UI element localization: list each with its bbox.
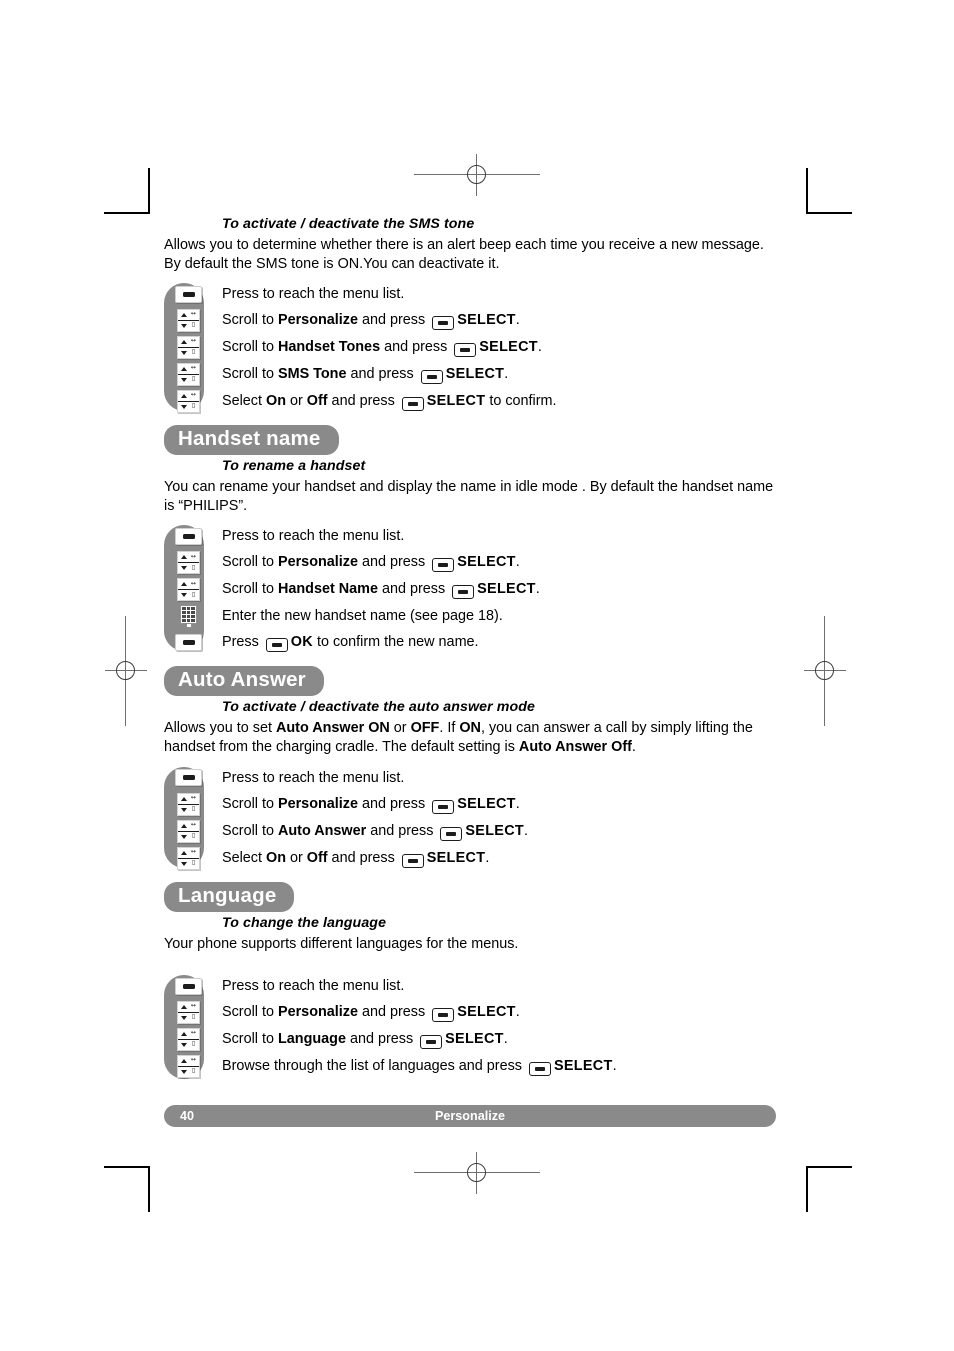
select-button-glyph[interactable]	[432, 799, 455, 814]
scroll-key-icon: ↔ ▯	[174, 578, 203, 602]
step-list: Press to reach the menu list. ↔ ▯ Scroll…	[164, 973, 778, 1080]
step-row: ↔ ▯ Scroll to Handset Tones and press SE…	[177, 334, 778, 361]
select-button-glyph[interactable]	[454, 343, 477, 358]
step-row: ↔ ▯ Scroll to SMS Tone and press SELECT.	[177, 361, 778, 388]
subheading: To activate / deactivate the SMS tone	[222, 216, 475, 232]
step-row: Press to reach the menu list.	[175, 281, 778, 307]
select-button-glyph[interactable]	[420, 370, 443, 385]
page-content: To activate / deactivate the SMS tone Al…	[164, 216, 778, 1080]
subheading: To activate / deactivate the auto answer…	[222, 699, 536, 716]
scroll-key-icon: ↔ ▯	[174, 363, 203, 387]
step-row: ↔ ▯ Scroll to Auto Answer and press SELE…	[177, 818, 778, 845]
registration-mark-top	[414, 154, 540, 196]
select-button-glyph[interactable]	[440, 826, 463, 841]
subheading: To change the language	[222, 914, 387, 931]
select-button-glyph[interactable]	[432, 558, 455, 573]
softkey-icon	[174, 769, 203, 787]
section-auto-answer: Auto Answer To activate / deactivate the…	[164, 666, 778, 871]
softkey-icon	[174, 285, 203, 303]
step-row: ↔ ▯ Browse through the list of languages…	[177, 1053, 778, 1080]
select-button-glyph[interactable]	[529, 1062, 551, 1077]
scroll-key-icon: ↔ ▯	[174, 1001, 203, 1025]
crop-mark-top-left	[104, 168, 150, 214]
step-row: ↔ ▯ Scroll to Personalize and press SELE…	[177, 999, 778, 1026]
section-header: Handset name	[164, 425, 778, 456]
section-sms-tone: To activate / deactivate the SMS tone Al…	[164, 216, 778, 415]
scroll-key-icon: ↔ ▯	[174, 390, 203, 414]
select-button-glyph[interactable]	[452, 585, 475, 600]
step-row: ↔ ▯ Scroll to Personalize and press SELE…	[177, 307, 778, 334]
step-row: ↔ ▯ Scroll to Language and press SELECT.	[177, 1026, 778, 1053]
registration-mark-right	[804, 616, 846, 726]
scroll-key-icon: ↔ ▯	[174, 336, 203, 360]
section-handset-name: Handset name To rename a handset You can…	[164, 425, 778, 656]
crop-mark-bottom-right	[806, 1166, 852, 1212]
step-list: Press to reach the menu list. ↔ ▯ Scroll…	[164, 765, 778, 872]
step-row: Press OK to confirm the new name.	[175, 629, 778, 656]
paragraph: Your phone supports different languages …	[164, 935, 519, 952]
step-row: Press to reach the menu list.	[175, 973, 778, 999]
step-row: Press to reach the menu list.	[175, 765, 778, 791]
select-button-glyph[interactable]	[401, 397, 424, 412]
step-list: Press to reach the menu list. ↔ ▯ Scroll…	[164, 523, 778, 656]
step-row: ↔ ▯ Select On or Off and press SELECT to…	[177, 388, 778, 415]
step-row: ↔ ▯ Scroll to Personalize and press SELE…	[177, 791, 778, 818]
crop-mark-top-right	[806, 168, 852, 214]
softkey-icon	[174, 977, 203, 995]
section-header-label: Language	[164, 881, 295, 912]
keypad-icon	[174, 604, 203, 628]
ok-button-glyph[interactable]	[265, 638, 288, 653]
page-footer: 40 Personalize	[164, 1105, 776, 1127]
softkey-icon	[174, 634, 203, 652]
section-header-label: Handset name	[164, 425, 339, 456]
scroll-key-icon: ↔ ▯	[174, 792, 203, 816]
section-language: Language To change the language Your pho…	[164, 881, 778, 1081]
step-row: ↔ ▯ Scroll to Handset Name and press SEL…	[177, 576, 778, 603]
section-header: Auto Answer	[164, 666, 778, 697]
scroll-key-icon: ↔ ▯	[174, 1028, 203, 1052]
manual-page: To activate / deactivate the SMS tone Al…	[0, 0, 954, 1351]
subheading: To rename a handset	[222, 458, 366, 475]
scroll-key-icon: ↔ ▯	[174, 1055, 203, 1079]
step-row: ↔ ▯ Scroll to Personalize and press SELE…	[177, 549, 778, 576]
paragraph: Allows you to determine whether there is…	[164, 237, 764, 272]
softkey-icon	[174, 527, 203, 545]
step-list: Press to reach the menu list. ↔ ▯ Scroll…	[164, 281, 778, 415]
registration-mark-bottom	[414, 1152, 540, 1194]
registration-mark-left	[105, 616, 147, 726]
section-header: Language	[164, 881, 778, 912]
paragraph: You can rename your handset and display …	[164, 479, 774, 514]
scroll-key-icon: ↔ ▯	[174, 846, 203, 870]
select-button-glyph[interactable]	[401, 853, 424, 868]
footer-section-name: Personalize	[435, 1109, 505, 1123]
paragraph: Allows you to set Auto Answer ON or OFF.…	[164, 720, 753, 755]
crop-mark-bottom-left	[104, 1166, 150, 1212]
step-row: Press to reach the menu list.	[175, 523, 778, 549]
step-row: ↔ ▯ Select On or Off and press SELECT.	[177, 845, 778, 872]
scroll-key-icon: ↔ ▯	[174, 309, 203, 333]
scroll-key-icon: ↔ ▯	[174, 819, 203, 843]
select-button-glyph[interactable]	[420, 1035, 443, 1050]
section-header-label: Auto Answer	[164, 666, 324, 697]
step-row: Enter the new handset name (see page 18)…	[180, 603, 778, 629]
scroll-key-icon: ↔ ▯	[174, 551, 203, 575]
select-button-glyph[interactable]	[432, 1008, 455, 1023]
select-button-glyph[interactable]	[432, 316, 455, 331]
